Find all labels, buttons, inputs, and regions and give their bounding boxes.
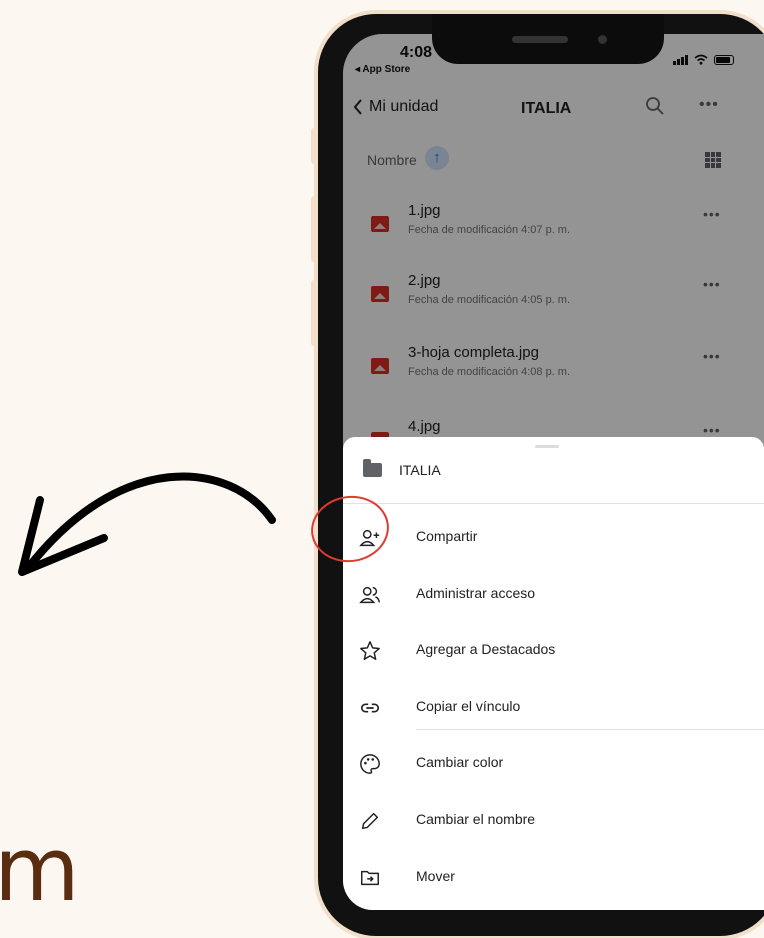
phone-notch [432,14,664,64]
menu-item-copiar-vinculo[interactable]: Copiar el vínculo [343,687,764,743]
people-icon [359,586,380,604]
link-icon [360,703,380,713]
menu-item-label: Mover [416,868,455,884]
drag-handle[interactable] [535,445,559,448]
menu-item-administrar-acceso[interactable]: Administrar acceso [343,574,764,630]
menu-item-cambiar-nombre[interactable]: Cambiar el nombre [343,800,764,856]
menu-item-label: Copiar el vínculo [416,698,521,714]
move-folder-icon [361,870,379,886]
sheet-title: ITALIA [399,462,441,478]
menu-item-cambiar-color[interactable]: Cambiar color [343,743,764,799]
menu-item-mover[interactable]: Mover [343,857,764,910]
star-icon [360,641,380,660]
menu-item-agregar-destacados[interactable]: Agregar a Destacados [343,630,764,686]
decorative-letter: m [0,818,80,921]
pointing-arrow-icon [18,472,276,576]
sheet-header: ITALIA [343,455,764,504]
menu-item-label: Cambiar color [416,754,504,770]
folder-icon [363,459,382,477]
action-sheet: ITALIA Compartir Administrar acceso Agre… [343,437,764,910]
speaker [512,36,568,43]
menu-item-compartir[interactable]: Compartir [343,517,764,573]
palette-icon [360,754,380,774]
phone-screen: 4:08 ◂ App Store Mi unidad ITALIA ••• No… [343,34,764,910]
pencil-icon [361,812,379,830]
menu-item-label: Agregar a Destacados [416,641,556,657]
menu-item-label: Compartir [416,528,478,544]
menu-item-label: Cambiar el nombre [416,811,536,827]
menu-item-label: Administrar acceso [416,585,536,601]
menu-divider [416,729,764,730]
camera [598,35,607,44]
